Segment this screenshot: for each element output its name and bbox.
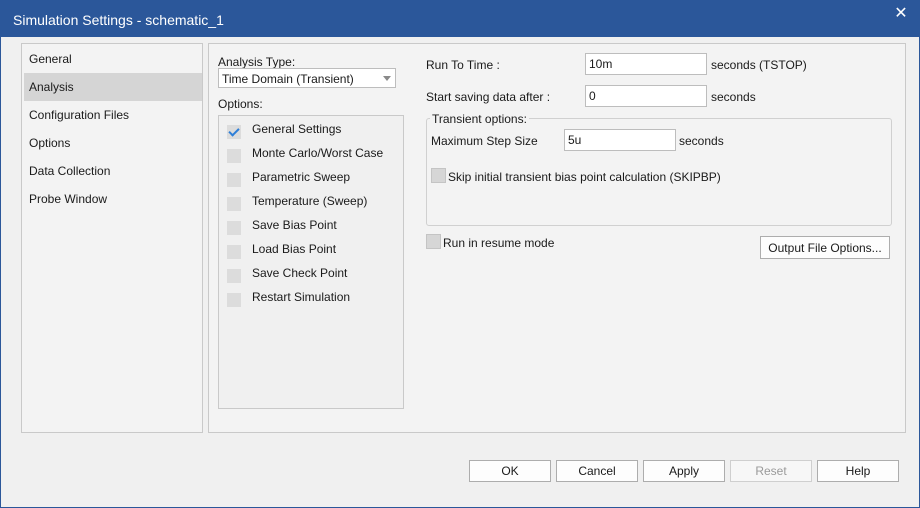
option-monte-carlo[interactable]: Monte Carlo/Worst Case: [219, 143, 403, 167]
help-button[interactable]: Help: [817, 460, 899, 482]
option-label: Monte Carlo/Worst Case: [252, 146, 384, 160]
resume-mode-label: Run in resume mode: [443, 236, 555, 250]
nav-item-data-collection[interactable]: Data Collection: [24, 157, 202, 185]
settings-nav: General Analysis Configuration Files Opt…: [21, 43, 203, 433]
ok-button[interactable]: OK: [469, 460, 551, 482]
max-step-label: Maximum Step Size: [431, 134, 538, 148]
nav-item-options[interactable]: Options: [24, 129, 202, 157]
run-to-time-unit: seconds (TSTOP): [711, 58, 807, 72]
start-saving-label: Start saving data after :: [426, 90, 551, 104]
simulation-settings-dialog: Simulation Settings - schematic_1 ✕ Gene…: [0, 0, 920, 508]
option-restart-simulation[interactable]: Restart Simulation: [219, 287, 403, 311]
run-to-time-label: Run To Time :: [426, 58, 500, 72]
reset-button[interactable]: Reset: [730, 460, 812, 482]
checkbox-icon[interactable]: [227, 221, 241, 235]
checkbox-icon[interactable]: [227, 269, 241, 283]
max-step-unit: seconds: [679, 134, 724, 148]
option-load-bias-point[interactable]: Load Bias Point: [219, 239, 403, 263]
start-saving-unit: seconds: [711, 90, 756, 104]
options-list: General Settings Monte Carlo/Worst Case …: [218, 115, 404, 409]
option-label: Save Check Point: [252, 266, 348, 280]
nav-item-analysis[interactable]: Analysis: [24, 73, 202, 101]
options-label: Options:: [218, 97, 263, 111]
nav-item-probe-window[interactable]: Probe Window: [24, 185, 202, 213]
skip-bias-label: Skip initial transient bias point calcul…: [448, 170, 721, 184]
checkbox-checked-icon[interactable]: [227, 125, 241, 139]
analysis-type-value: Time Domain (Transient): [222, 72, 354, 86]
cancel-button[interactable]: Cancel: [556, 460, 638, 482]
analysis-type-label: Analysis Type:: [218, 55, 296, 69]
analysis-panel: Analysis Type: Time Domain (Transient) O…: [208, 43, 906, 433]
checkbox-icon[interactable]: [227, 293, 241, 307]
nav-item-general[interactable]: General: [24, 45, 202, 73]
option-save-bias-point[interactable]: Save Bias Point: [219, 215, 403, 239]
option-label: Load Bias Point: [252, 242, 337, 256]
chevron-down-icon: [383, 76, 391, 81]
resume-mode-checkbox[interactable]: [426, 234, 441, 249]
run-to-time-input[interactable]: [585, 53, 707, 75]
skip-bias-checkbox[interactable]: [431, 168, 446, 183]
option-label: Parametric Sweep: [252, 170, 351, 184]
output-file-options-button[interactable]: Output File Options...: [760, 236, 890, 259]
max-step-input[interactable]: [564, 129, 676, 151]
option-save-check-point[interactable]: Save Check Point: [219, 263, 403, 287]
option-label: Save Bias Point: [252, 218, 337, 232]
checkbox-icon[interactable]: [227, 245, 241, 259]
start-saving-input[interactable]: [585, 85, 707, 107]
apply-button[interactable]: Apply: [643, 460, 725, 482]
option-label: Restart Simulation: [252, 290, 351, 304]
checkbox-icon[interactable]: [227, 149, 241, 163]
option-temperature-sweep[interactable]: Temperature (Sweep): [219, 191, 403, 215]
option-parametric-sweep[interactable]: Parametric Sweep: [219, 167, 403, 191]
title-bar: Simulation Settings - schematic_1 ✕: [1, 1, 919, 37]
checkbox-icon[interactable]: [227, 173, 241, 187]
close-icon[interactable]: ✕: [883, 1, 919, 25]
analysis-type-dropdown[interactable]: Time Domain (Transient): [218, 68, 396, 88]
option-label: Temperature (Sweep): [252, 194, 368, 208]
checkbox-icon[interactable]: [227, 197, 241, 211]
nav-item-configuration-files[interactable]: Configuration Files: [24, 101, 202, 129]
option-general-settings[interactable]: General Settings: [219, 119, 403, 143]
transient-options-label: Transient options:: [430, 112, 529, 126]
window-title: Simulation Settings - schematic_1: [13, 12, 224, 28]
option-label: General Settings: [252, 122, 342, 136]
